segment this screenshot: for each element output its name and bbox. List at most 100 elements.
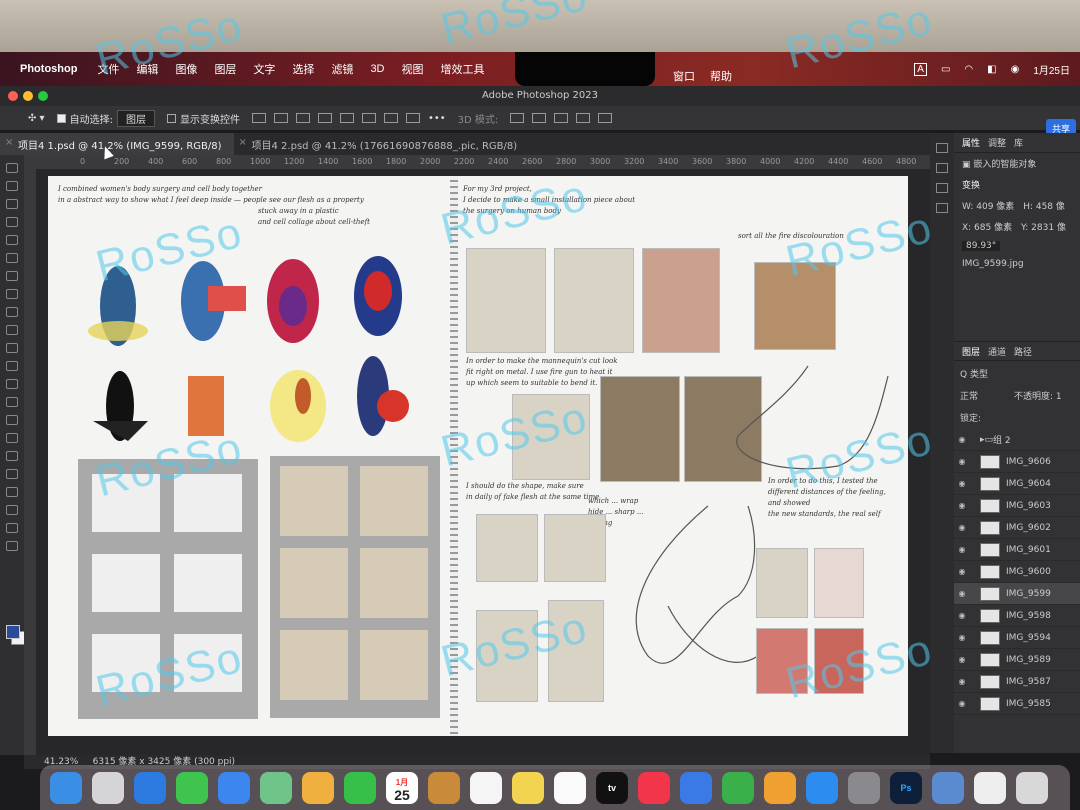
eye-icon[interactable]: ◉ [954, 677, 970, 686]
preview-icon[interactable] [932, 771, 964, 804]
tab-paths[interactable]: 路径 [1014, 345, 1032, 358]
numbers-icon[interactable] [722, 771, 754, 804]
layer-row[interactable]: ◉ IMG_9587 [954, 671, 1080, 693]
menu-filter[interactable]: 滤镜 [331, 61, 353, 77]
eye-icon[interactable]: ◉ [954, 435, 970, 444]
layer-kind-filter[interactable]: Q 类型 [960, 367, 988, 380]
tab-document-1[interactable]: × 项目4 1.psd @ 41.2% (IMG_9599, RGB/8) [0, 133, 234, 155]
history-panel-icon[interactable] [936, 143, 948, 153]
tab-layers[interactable]: 图层 [962, 345, 980, 358]
finder-icon[interactable] [50, 771, 82, 804]
menu-file[interactable]: 文件 [97, 61, 119, 77]
appstore-icon[interactable] [806, 771, 838, 804]
eye-icon[interactable]: ◉ [954, 501, 970, 510]
keynote-icon[interactable] [680, 771, 712, 804]
tab-libraries[interactable]: 库 [1014, 136, 1023, 149]
layer-group[interactable]: ◉ ▸▭ 组 2 [954, 429, 1080, 451]
battery-icon[interactable]: ▭ [941, 64, 950, 75]
freeform-icon[interactable] [554, 771, 586, 804]
layer-row[interactable]: ◉ IMG_9585 [954, 693, 1080, 715]
angle-field[interactable]: 89.93° [962, 241, 1001, 251]
menu-image[interactable]: 图像 [175, 61, 197, 77]
move-tool-icon[interactable] [6, 163, 18, 173]
trash-icon[interactable] [1016, 771, 1048, 804]
menu-3d[interactable]: 3D [370, 63, 384, 75]
eye-icon[interactable]: ◉ [954, 523, 970, 532]
history-brush-tool-icon[interactable] [6, 343, 18, 353]
hand-tool-icon[interactable] [6, 505, 18, 515]
3d-orbit-icon[interactable] [510, 113, 525, 123]
calendar-icon[interactable]: 1月 25 [386, 771, 418, 804]
textedit-icon[interactable] [974, 771, 1006, 804]
close-tab-icon[interactable]: × [239, 137, 247, 148]
zoom-tool-icon[interactable] [6, 523, 18, 533]
eye-icon[interactable]: ◉ [954, 479, 970, 488]
3d-panel-icon[interactable] [936, 203, 948, 213]
eyedropper-tool-icon[interactable] [6, 271, 18, 281]
eye-icon[interactable]: ◉ [954, 545, 970, 554]
crop-tool-icon[interactable] [6, 235, 18, 245]
minimize-window-button[interactable] [23, 91, 33, 101]
photoshop-icon[interactable]: Ps [890, 771, 922, 804]
y-field[interactable]: Y: 2831 像 [1021, 220, 1066, 233]
width-field[interactable]: W: 409 像素 [962, 199, 1014, 212]
auto-select-dropdown[interactable]: 图层 [116, 109, 155, 127]
stamp-tool-icon[interactable] [6, 325, 18, 335]
3d-pan-icon[interactable] [554, 113, 569, 123]
menu-plugins[interactable]: 增效工具 [441, 61, 485, 77]
opacity-field[interactable]: 不透明度: 1 [1014, 389, 1062, 402]
properties-panel-icon[interactable] [936, 163, 948, 173]
auto-select-checkbox[interactable] [56, 113, 66, 123]
more-tools-icon[interactable] [6, 541, 18, 551]
menu-app-photoshop[interactable]: Photoshop [20, 63, 77, 75]
eye-icon[interactable]: ◉ [954, 655, 970, 664]
menu-type[interactable]: 文字 [253, 61, 275, 77]
healing-tool-icon[interactable] [6, 289, 18, 299]
move-tool-icon[interactable]: ✣ ▾ [28, 113, 45, 124]
align-top-icon[interactable] [317, 113, 332, 123]
settings-icon[interactable] [848, 771, 880, 804]
tab-channels[interactable]: 通道 [988, 345, 1006, 358]
safari-icon[interactable] [134, 771, 166, 804]
eraser-tool-icon[interactable] [6, 361, 18, 371]
layer-row[interactable]: ◉ IMG_9600 [954, 561, 1080, 583]
layer-row[interactable]: ◉ IMG_9606 [954, 451, 1080, 473]
launchpad-icon[interactable] [92, 771, 124, 804]
menu-window[interactable]: 窗口 [673, 68, 695, 84]
menu-select[interactable]: 选择 [292, 61, 314, 77]
lasso-tool-icon[interactable] [6, 199, 18, 209]
messages-icon[interactable] [176, 771, 208, 804]
layer-row[interactable]: ◉ IMG_9602 [954, 517, 1080, 539]
layer-row[interactable]: ◉ IMG_9601 [954, 539, 1080, 561]
3d-slide-icon[interactable] [576, 113, 591, 123]
eye-icon[interactable]: ◉ [954, 457, 970, 466]
layer-row[interactable]: ◉ IMG_9599 [954, 583, 1080, 605]
brush-tool-icon[interactable] [6, 307, 18, 317]
zoom-window-button[interactable] [38, 91, 48, 101]
pages-icon[interactable] [764, 771, 796, 804]
pen-tool-icon[interactable] [6, 433, 18, 443]
3d-roll-icon[interactable] [532, 113, 547, 123]
align-left-icon[interactable] [251, 113, 266, 123]
eye-icon[interactable]: ◉ [954, 699, 970, 708]
x-field[interactable]: X: 685 像素 [962, 220, 1012, 233]
more-options-icon[interactable]: ••• [428, 113, 446, 124]
eye-icon[interactable]: ◉ [954, 589, 970, 598]
distribute-icon[interactable] [383, 113, 398, 123]
maps-icon[interactable] [260, 771, 292, 804]
type-tool-icon[interactable] [6, 451, 18, 461]
photos-icon[interactable] [302, 771, 334, 804]
foreground-color-swatch[interactable] [6, 625, 20, 639]
facetime-icon[interactable] [344, 771, 376, 804]
adjustments-panel-icon[interactable] [936, 183, 948, 193]
menubar-date[interactable]: 1月25日 [1033, 62, 1070, 77]
align-middle-icon[interactable] [339, 113, 354, 123]
wifi-icon[interactable]: ◠ [964, 64, 973, 75]
align-bottom-icon[interactable] [361, 113, 376, 123]
menu-help[interactable]: 帮助 [710, 68, 732, 84]
eye-icon[interactable]: ◉ [954, 611, 970, 620]
gradient-tool-icon[interactable] [6, 379, 18, 389]
align-center-icon[interactable] [273, 113, 288, 123]
quick-select-tool-icon[interactable] [6, 217, 18, 227]
marquee-tool-icon[interactable] [6, 181, 18, 191]
